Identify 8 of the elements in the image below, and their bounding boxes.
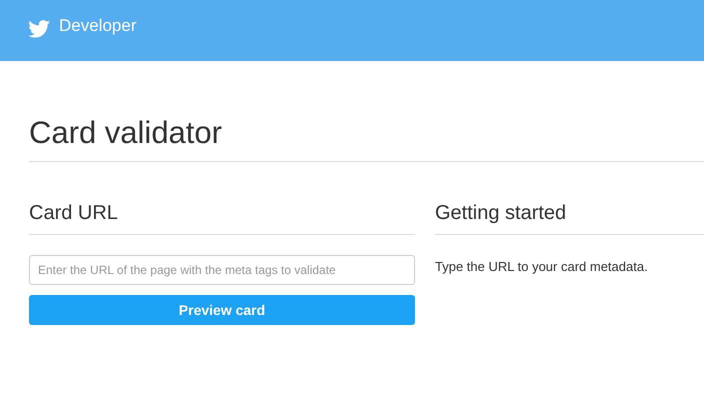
url-input-field[interactable]: Enter the URL of the page with the meta tags to validate (29, 255, 415, 285)
section-heading: Getting started (435, 201, 704, 235)
instruction-text: Type the URL to your card metadata. (435, 259, 649, 274)
brand-name[interactable]: Developer (59, 16, 136, 36)
section-heading: Card URL (29, 201, 415, 235)
preview-card-button[interactable]: Preview card (29, 295, 415, 325)
page-title: Card validator (29, 115, 704, 162)
bird-icon (28, 20, 50, 38)
